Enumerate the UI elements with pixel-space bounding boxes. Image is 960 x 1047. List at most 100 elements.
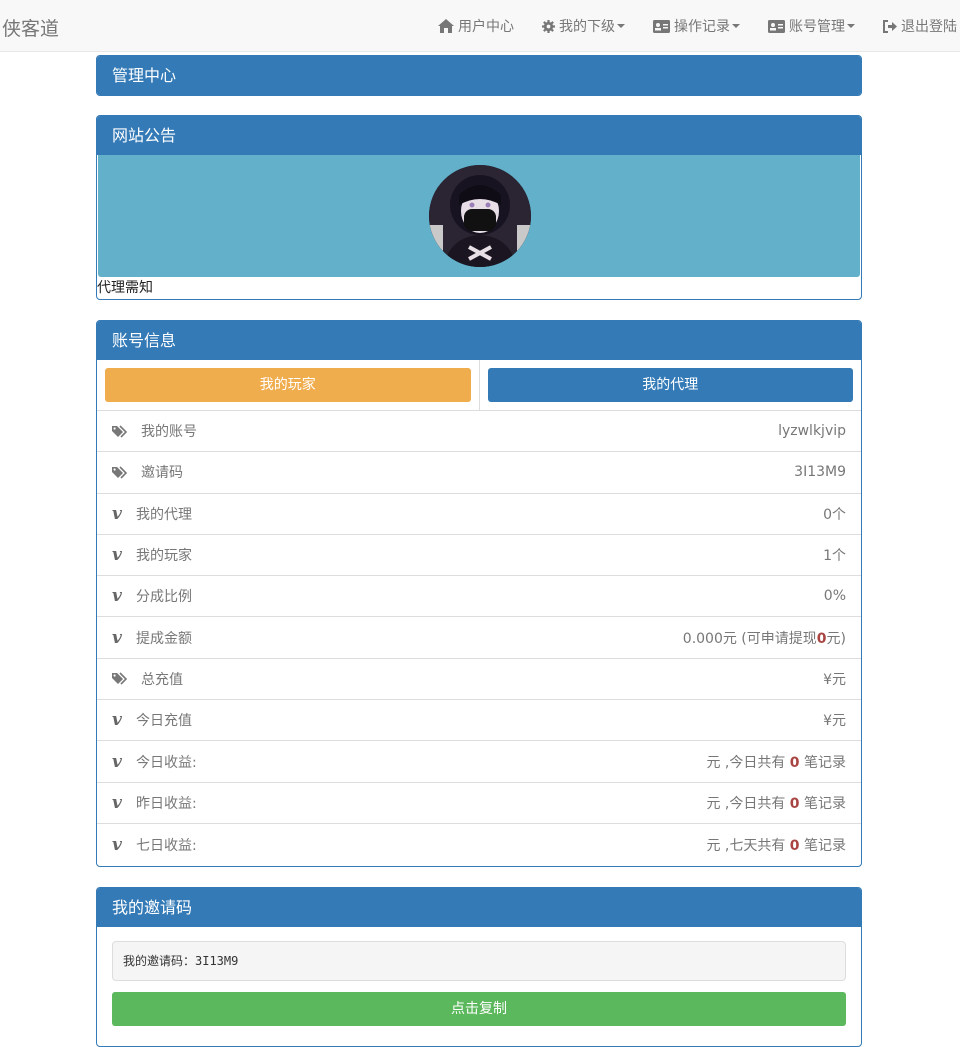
- info-row: v 今日充值 ¥元: [97, 700, 861, 742]
- panel-title: 网站公告: [97, 116, 861, 155]
- vimeo-icon: v: [112, 627, 122, 648]
- tags-icon: [112, 466, 135, 479]
- info-value-text: 笔记录: [799, 795, 846, 812]
- highlight-count: 0: [789, 837, 800, 854]
- highlight-count: 0: [789, 795, 800, 812]
- avatar: [429, 165, 531, 267]
- info-label-text: 邀请码: [141, 465, 183, 482]
- info-value-text: 笔记录: [799, 837, 846, 854]
- tags-icon: [112, 672, 135, 685]
- nav-item-label: 退出登陆: [901, 19, 957, 35]
- tags-icon: [112, 425, 135, 438]
- info-value: 元 ,七天共有 0 笔记录: [706, 835, 846, 855]
- home-icon: [438, 19, 454, 33]
- nav-item-label: 账号管理: [789, 19, 845, 35]
- info-label-text: 我的账号: [141, 424, 197, 441]
- info-label-text: 七日收益:: [136, 837, 197, 854]
- info-value: 0%: [823, 588, 846, 605]
- account-tabs: 我的玩家 我的代理: [97, 360, 861, 411]
- info-label: v 今日充值: [112, 710, 192, 730]
- nav-menu: 用户中心 我的下级 操作记录 账号管理 退出登陆: [424, 0, 960, 52]
- info-row: v 分成比例 0%: [97, 576, 861, 618]
- top-navbar: 侠客道 用户中心 我的下级 操作记录 账号管理 退出登陆: [0, 0, 960, 52]
- panel-title: 账号信息: [97, 321, 861, 360]
- id-card-icon: [768, 19, 785, 33]
- account-info-list: 我的账号 lyzwlkjvip 邀请码 3I13M9 v 我的代理 0个 v 我的玩家 1个 v 分成…: [97, 411, 861, 865]
- info-label: 我的账号: [112, 421, 197, 441]
- nav-item-user-center[interactable]: 用户中心: [424, 0, 528, 52]
- info-row: v 七日收益: 元 ,七天共有 0 笔记录: [97, 824, 861, 865]
- info-value: 元 ,今日共有 0 笔记录: [706, 752, 846, 772]
- tab-cell-agents: 我的代理: [480, 360, 862, 410]
- info-row: v 我的代理 0个: [97, 494, 861, 535]
- info-label: v 昨日收益:: [112, 793, 197, 813]
- nav-item-label: 用户中心: [458, 19, 514, 35]
- info-label: v 我的代理: [112, 504, 192, 524]
- info-label-text: 昨日收益:: [136, 795, 197, 812]
- logout-icon: [883, 19, 897, 33]
- info-value: lyzwlkjvip: [778, 423, 846, 440]
- info-label-text: 总充值: [141, 671, 183, 688]
- info-label: 总充值: [112, 669, 183, 689]
- info-label-text: 今日充值: [136, 713, 192, 730]
- info-row: v 提成金额 0.000元 (可申请提现0元): [97, 617, 861, 659]
- invite-code-field[interactable]: 我的邀请码：3I13M9: [112, 941, 846, 981]
- vimeo-icon: v: [112, 792, 122, 813]
- info-value: 3I13M9: [794, 464, 846, 481]
- info-value: 元 ,今日共有 0 笔记录: [706, 793, 846, 813]
- info-row: 我的账号 lyzwlkjvip: [97, 411, 861, 453]
- vimeo-icon: v: [112, 751, 122, 772]
- invite-body: 我的邀请码：3I13M9 点击复制: [97, 927, 861, 1026]
- notice-text: 代理需知: [97, 280, 153, 296]
- nav-item-logout[interactable]: 退出登陆: [869, 0, 960, 52]
- notice-banner: [98, 155, 860, 277]
- nav-item-subordinates[interactable]: 我的下级: [528, 0, 639, 52]
- info-value: ¥元: [823, 671, 846, 688]
- info-label: v 我的玩家: [112, 545, 192, 565]
- caret-down-icon: [732, 24, 740, 28]
- vimeo-icon: v: [112, 586, 122, 607]
- panel-title: 管理中心: [97, 56, 861, 95]
- brand-logo[interactable]: 侠客道: [2, 14, 59, 41]
- tab-cell-players: 我的玩家: [97, 360, 480, 410]
- my-agents-button[interactable]: 我的代理: [487, 368, 853, 402]
- info-value: 0个: [823, 506, 846, 523]
- info-label: v 分成比例: [112, 586, 192, 606]
- info-value: 0.000元 (可申请提现0元): [683, 628, 846, 648]
- info-label: v 今日收益:: [112, 752, 197, 772]
- info-label-text: 分成比例: [136, 589, 192, 606]
- info-label: v 七日收益:: [112, 835, 197, 855]
- site-notice-panel: 网站公告 代理需知: [96, 115, 862, 300]
- highlight-count: 0: [789, 754, 800, 771]
- account-info-panel: 账号信息 我的玩家 我的代理 我的账号 lyzwlkjvip 邀请码 3I13M9 v 我…: [96, 320, 862, 867]
- highlight-count: 0: [816, 630, 827, 647]
- panel-title: 我的邀请码: [97, 888, 861, 927]
- invite-code-panel: 我的邀请码 我的邀请码：3I13M9 点击复制: [96, 887, 862, 1047]
- info-value-text: 笔记录: [799, 754, 846, 771]
- info-label-text: 我的玩家: [136, 548, 192, 565]
- info-row: 总充值 ¥元: [97, 659, 861, 701]
- info-value-text: 元 ,今日共有: [706, 795, 790, 812]
- info-row: v 今日收益: 元 ,今日共有 0 笔记录: [97, 741, 861, 783]
- vimeo-icon: v: [112, 834, 122, 855]
- id-card-icon: [653, 19, 670, 33]
- my-players-button[interactable]: 我的玩家: [105, 368, 471, 402]
- info-value-text: 元 ,七天共有: [706, 837, 790, 854]
- info-label-text: 今日收益:: [136, 754, 197, 771]
- gear-icon: [542, 19, 555, 33]
- caret-down-icon: [847, 24, 855, 28]
- info-label: 邀请码: [112, 462, 183, 482]
- info-label-text: 提成金额: [136, 630, 192, 647]
- info-label-text: 我的代理: [136, 506, 192, 523]
- info-row: v 我的玩家 1个: [97, 535, 861, 577]
- copy-button[interactable]: 点击复制: [112, 992, 846, 1026]
- admin-center-panel: 管理中心: [96, 55, 862, 96]
- nav-item-operation-log[interactable]: 操作记录: [639, 0, 754, 52]
- info-label: v 提成金额: [112, 628, 192, 648]
- nav-item-account-management[interactable]: 账号管理: [754, 0, 869, 52]
- nav-item-label: 操作记录: [674, 19, 730, 35]
- info-row: v 昨日收益: 元 ,今日共有 0 笔记录: [97, 783, 861, 824]
- vimeo-icon: v: [112, 503, 122, 524]
- info-row: 邀请码 3I13M9: [97, 452, 861, 494]
- info-value-text: 元): [826, 630, 846, 647]
